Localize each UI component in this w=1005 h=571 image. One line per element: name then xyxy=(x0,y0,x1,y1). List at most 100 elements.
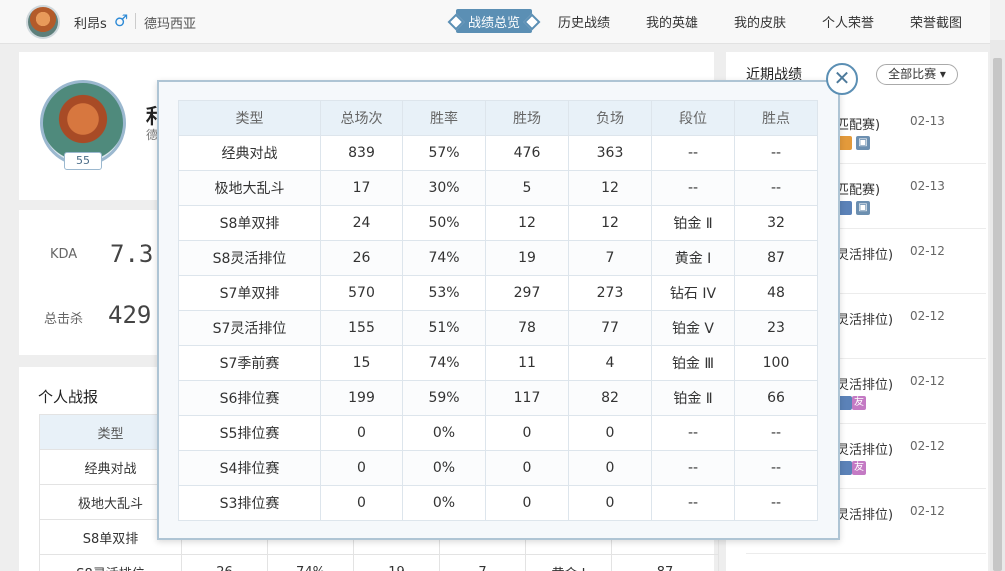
table-row: S7灵活排位 155 51% 78 77 铂金 Ⅴ 23 xyxy=(178,310,818,346)
row-losses: 0 xyxy=(568,450,652,486)
scrollbar-top xyxy=(990,0,1005,40)
match-filter-dropdown[interactable]: 全部比赛 ▾ xyxy=(876,64,958,85)
row-losses: 363 xyxy=(568,135,652,171)
badge-icon xyxy=(838,461,852,475)
row-rank: -- xyxy=(651,450,735,486)
match-mode: 匹配赛) xyxy=(836,183,881,198)
row-type: S5排位赛 xyxy=(178,415,321,451)
row-winrate: 0% xyxy=(402,415,486,451)
column-header-winrate: 胜率 xyxy=(402,100,486,136)
tab-my-skins[interactable]: 我的皮肤 xyxy=(734,12,786,31)
row-losses: 12 xyxy=(568,205,652,241)
row-rank: 铂金 Ⅴ xyxy=(651,310,735,346)
table-row: S8灵活排位 26 74% 19 7 黄金 Ⅰ 87 xyxy=(39,554,719,571)
user-name: 利昂s xyxy=(74,17,107,32)
table-row: S3排位赛 0 0% 0 0 -- -- xyxy=(178,485,818,521)
match-mode: 灵活排位) xyxy=(836,443,894,458)
badge-icon xyxy=(838,136,852,150)
table-header-row: 类型 总场次 胜率 胜场 负场 段位 胜点 xyxy=(178,100,818,136)
tab-honors[interactable]: 个人荣誉 xyxy=(822,12,874,31)
match-mode: 灵活排位) xyxy=(836,378,894,393)
row-losses: 273 xyxy=(568,275,652,311)
match-date: 02-12 xyxy=(910,504,945,518)
match-date: 02-12 xyxy=(910,374,945,388)
column-header-total: 总场次 xyxy=(320,100,403,136)
row-points: 23 xyxy=(734,310,818,346)
row-rank: 铂金 Ⅲ xyxy=(651,345,735,381)
row-wins: 19 xyxy=(485,240,569,276)
row-losses: 82 xyxy=(568,380,652,416)
column-header-rank: 段位 xyxy=(651,100,735,136)
row-points: 48 xyxy=(734,275,818,311)
row-points: -- xyxy=(734,135,818,171)
badge-icon xyxy=(838,201,852,215)
row-rank: -- xyxy=(651,485,735,521)
row-total: 26 xyxy=(181,554,268,571)
row-winrate: 0% xyxy=(402,450,486,486)
image-icon[interactable]: ▣ xyxy=(856,136,870,150)
row-losses: 4 xyxy=(568,345,652,381)
table-row: S7季前赛 15 74% 11 4 铂金 Ⅲ 100 xyxy=(178,345,818,381)
match-date: 02-12 xyxy=(910,439,945,453)
friend-tag: 友 xyxy=(852,461,866,475)
row-rank: 黄金 Ⅰ xyxy=(651,240,735,276)
row-wins: 297 xyxy=(485,275,569,311)
friend-tag: 友 xyxy=(852,396,866,410)
match-mode: 灵活排位) xyxy=(836,508,894,523)
row-type: 极地大乱斗 xyxy=(178,170,321,206)
table-row: S4排位赛 0 0% 0 0 -- -- xyxy=(178,450,818,486)
row-points: 87 xyxy=(611,554,719,571)
image-icon[interactable]: ▣ xyxy=(856,201,870,215)
row-winrate: 50% xyxy=(402,205,486,241)
tab-history[interactable]: 历史战绩 xyxy=(558,12,610,31)
scrollbar-thumb[interactable] xyxy=(993,58,1002,571)
row-rank: 黄金 Ⅰ xyxy=(525,554,612,571)
row-rank: 钻石 IV xyxy=(651,275,735,311)
row-losses: 7 xyxy=(568,240,652,276)
column-header-points: 胜点 xyxy=(734,100,818,136)
match-date: 02-13 xyxy=(910,114,945,128)
row-wins: 0 xyxy=(485,415,569,451)
row-type: S8单双排 xyxy=(178,205,321,241)
row-wins: 0 xyxy=(485,485,569,521)
row-losses: 7 xyxy=(439,554,526,571)
kda-label: KDA xyxy=(50,247,78,262)
row-points: 32 xyxy=(734,205,818,241)
row-winrate: 0% xyxy=(402,485,486,521)
close-icon[interactable]: ✕ xyxy=(826,63,858,95)
match-date: 02-13 xyxy=(910,179,945,193)
row-winrate: 51% xyxy=(402,310,486,346)
row-type: S7季前赛 xyxy=(178,345,321,381)
row-losses: 0 xyxy=(568,415,652,451)
table-row: S8灵活排位 26 74% 19 7 黄金 Ⅰ 87 xyxy=(178,240,818,276)
row-total: 839 xyxy=(320,135,403,171)
row-points: -- xyxy=(734,415,818,451)
stats-table: 类型 总场次 胜率 胜场 负场 段位 胜点 经典对战 839 57% 476 363 --… xyxy=(178,100,818,521)
row-wins: 117 xyxy=(485,380,569,416)
table-row: S6排位赛 199 59% 117 82 铂金 Ⅱ 66 xyxy=(178,380,818,416)
filter-label: 全部比赛 xyxy=(888,67,937,81)
top-bar: 利昂s ♂ 德玛西亚 战绩总览 历史战绩 我的英雄 我的皮肤 个人荣誉 荣誉截图 xyxy=(0,0,990,44)
row-total: 155 xyxy=(320,310,403,346)
kills-value: 429 xyxy=(108,301,152,329)
row-type: S8灵活排位 xyxy=(39,554,182,571)
row-wins: 12 xyxy=(485,205,569,241)
row-rank: -- xyxy=(651,415,735,451)
row-type: S4排位赛 xyxy=(178,450,321,486)
tab-overview[interactable]: 战绩总览 xyxy=(456,9,533,33)
row-type: S7灵活排位 xyxy=(178,310,321,346)
tab-my-heroes[interactable]: 我的英雄 xyxy=(646,12,698,31)
row-type: S3排位赛 xyxy=(178,485,321,521)
row-type: S8灵活排位 xyxy=(178,240,321,276)
row-winrate: 74% xyxy=(402,345,486,381)
row-losses: 12 xyxy=(568,170,652,206)
row-winrate: 74% xyxy=(402,240,486,276)
row-total: 15 xyxy=(320,345,403,381)
row-losses: 0 xyxy=(568,485,652,521)
table-row: 经典对战 839 57% 476 363 -- -- xyxy=(178,135,818,171)
tab-honor-screenshots[interactable]: 荣誉截图 xyxy=(910,12,962,31)
avatar[interactable] xyxy=(26,5,60,39)
row-wins: 476 xyxy=(485,135,569,171)
row-total: 0 xyxy=(320,485,403,521)
row-type: 经典对战 xyxy=(178,135,321,171)
